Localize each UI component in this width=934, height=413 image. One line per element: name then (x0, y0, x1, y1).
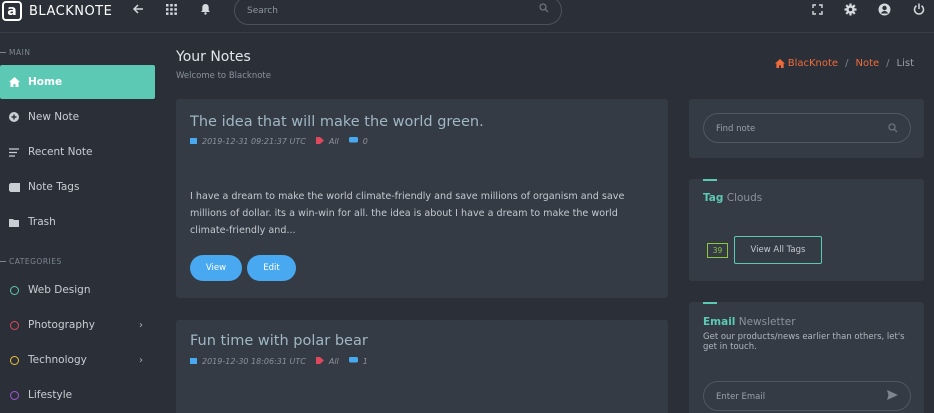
note-tag[interactable]: All (329, 137, 339, 146)
find-note-widget (689, 99, 924, 158)
section-label-categories: CATEGORIES (0, 257, 62, 266)
view-all-tags-button[interactable]: View All Tags (734, 236, 822, 264)
comment-icon (348, 357, 358, 366)
search-bar[interactable] (234, 0, 562, 25)
fullscreen-icon[interactable] (810, 2, 824, 16)
find-note-field[interactable] (703, 113, 911, 143)
sidebar-category-lifestyle[interactable]: Lifestyle (0, 378, 155, 412)
edit-button[interactable]: Edit (247, 255, 296, 281)
search-icon[interactable] (539, 3, 549, 16)
app-logo[interactable]: a BLACKNOTE (2, 1, 112, 21)
find-note-input[interactable] (716, 122, 876, 136)
sidebar-category-web-design[interactable]: Web Design (0, 273, 155, 307)
search-icon[interactable] (888, 123, 898, 136)
view-button[interactable]: View (190, 255, 242, 281)
page-title: Your Notes (176, 49, 251, 65)
sidebar-item-trash[interactable]: Trash (0, 205, 155, 239)
settings-gear-icon[interactable] (843, 2, 857, 16)
note-card: Fun time with polar bear 2019-12-30 18:0… (176, 320, 668, 413)
note-title[interactable]: The idea that will make the world green. (190, 114, 484, 130)
note-title[interactable]: Fun time with polar bear (190, 333, 368, 349)
send-icon[interactable] (887, 390, 898, 403)
note-meta: 2019-12-30 18:06:31 UTC All 1 (190, 357, 378, 366)
top-bar: a BLACKNOTE (0, 0, 934, 33)
breadcrumb-current: List (896, 58, 914, 69)
note-card: The idea that will make the world green.… (176, 99, 668, 298)
circle-icon (9, 355, 19, 365)
list-icon (8, 147, 20, 157)
email-field[interactable] (703, 381, 911, 411)
home-icon (8, 77, 20, 87)
back-arrow-icon[interactable] (131, 2, 145, 16)
plus-circle-icon (8, 112, 20, 122)
note-comment-count: 0 (362, 137, 368, 146)
circle-icon (9, 390, 19, 400)
tag-clouds-heading: Tag Clouds (703, 192, 763, 204)
sidebar: MAIN Home New Note Recent Note Note Tags… (0, 34, 160, 413)
apps-grid-icon[interactable] (164, 2, 178, 16)
tag-icon (8, 182, 20, 192)
tag-count-badge[interactable]: 39 (707, 243, 728, 258)
calendar-icon (190, 357, 197, 366)
breadcrumb-link-home[interactable]: BlacKnote (788, 58, 838, 69)
breadcrumb: BlacKnote / Note / List (774, 58, 914, 69)
sidebar-category-photography[interactable]: Photography › (0, 308, 155, 342)
newsletter-heading: Email Newsletter (703, 316, 796, 328)
note-tag[interactable]: All (329, 357, 339, 366)
sidebar-item-note-tags[interactable]: Note Tags (0, 170, 155, 204)
sidebar-item-new-note[interactable]: New Note (0, 100, 155, 134)
chevron-right-icon: › (139, 319, 143, 331)
note-excerpt: I have a dream to make the world climate… (190, 191, 625, 236)
trash-icon (8, 218, 20, 227)
calendar-icon (190, 137, 197, 146)
breadcrumb-link-note[interactable]: Note (855, 58, 879, 69)
note-date: 2019-12-31 09:21:37 UTC (202, 137, 306, 146)
user-account-icon[interactable] (877, 2, 891, 16)
power-off-icon[interactable] (912, 2, 926, 16)
note-comment-count: 1 (362, 357, 368, 366)
tag-clouds-widget: Tag Clouds 39 View All Tags (689, 179, 924, 281)
chevron-right-icon: › (139, 354, 143, 366)
newsletter-description: Get our products/news earlier than other… (703, 332, 905, 352)
sidebar-category-technology[interactable]: Technology › (0, 343, 155, 377)
sidebar-item-recent-note[interactable]: Recent Note (0, 135, 155, 169)
circle-icon (9, 320, 19, 330)
app-name: BLACKNOTE (29, 3, 113, 19)
section-label-main: MAIN (0, 48, 30, 57)
email-input[interactable] (716, 390, 876, 404)
logo-mark: a (2, 1, 22, 21)
note-meta: 2019-12-31 09:21:37 UTC All 0 (190, 137, 378, 146)
tag-icon (315, 137, 324, 146)
sidebar-item-home[interactable]: Home (0, 65, 155, 99)
search-input[interactable] (247, 3, 527, 19)
note-date: 2019-12-30 18:06:31 UTC (202, 357, 306, 366)
circle-icon (9, 285, 19, 295)
comment-icon (348, 137, 358, 146)
tag-icon (315, 357, 324, 366)
bell-icon[interactable] (198, 2, 212, 16)
page-subtitle: Welcome to Blacknote (176, 71, 271, 81)
email-newsletter-widget: Email Newsletter Get our products/news e… (689, 302, 924, 413)
home-icon[interactable] (774, 59, 785, 68)
